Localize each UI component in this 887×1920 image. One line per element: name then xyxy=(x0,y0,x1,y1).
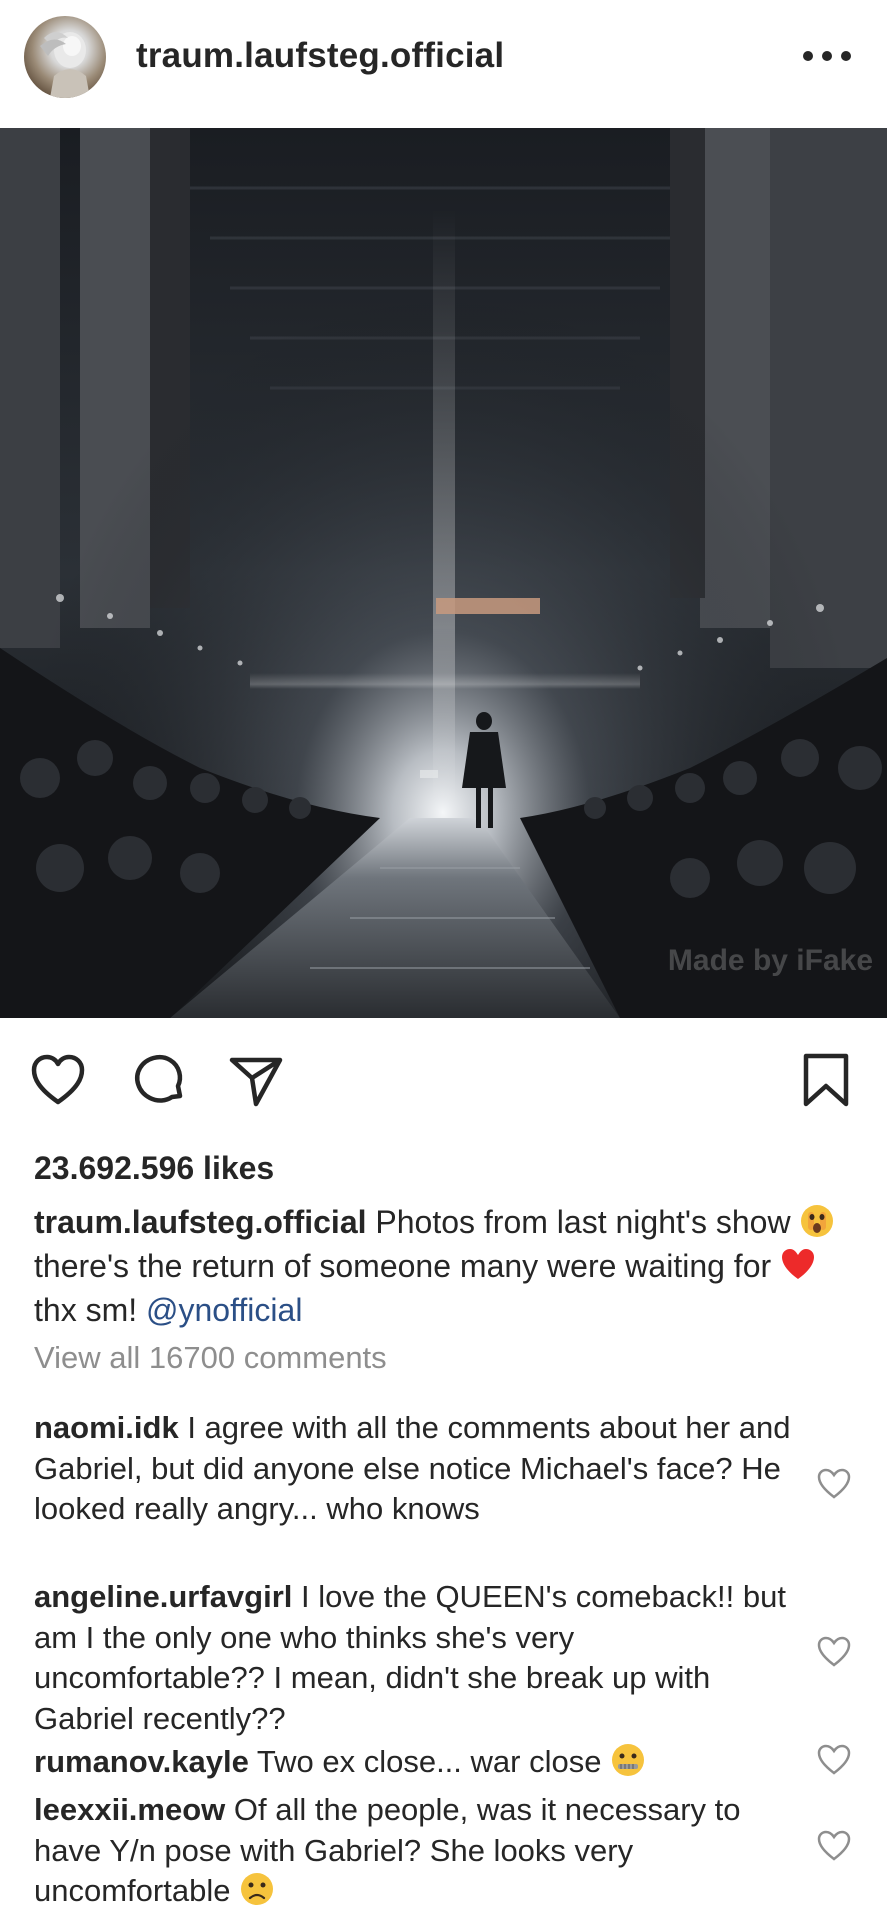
comment-item: angeline.urfavgirl I love the QUEEN's co… xyxy=(34,1577,799,1739)
post-photo[interactable]: Made by iFake xyxy=(0,128,887,1018)
bookmark-icon[interactable] xyxy=(796,1050,856,1110)
view-all-comments-link[interactable]: View all 16700 comments xyxy=(34,1340,387,1376)
caption-mention-link[interactable]: @ynofficial xyxy=(146,1292,302,1328)
more-options-icon[interactable] xyxy=(803,38,851,74)
red-heart-emoji xyxy=(780,1247,816,1283)
profile-avatar[interactable] xyxy=(24,16,106,98)
heart-icon[interactable] xyxy=(28,1050,88,1110)
shocked-face-emoji xyxy=(799,1203,835,1239)
runway-photo xyxy=(0,128,887,1018)
post-header: traum.laufsteg.official xyxy=(0,0,887,128)
comment-username[interactable]: angeline.urfavgirl xyxy=(34,1579,292,1614)
more-dot xyxy=(841,51,851,61)
comment-item: naomi.idk I agree with all the comments … xyxy=(34,1408,799,1530)
caption-text: thx sm! xyxy=(34,1292,138,1328)
comment-username[interactable]: rumanov.kayle xyxy=(34,1744,249,1779)
post-actions xyxy=(0,1040,887,1120)
more-dot xyxy=(803,51,813,61)
comment-text: Two ex close... war close xyxy=(256,1744,602,1779)
comment-like-heart-icon[interactable] xyxy=(816,1634,852,1670)
post-author-username[interactable]: traum.laufsteg.official xyxy=(136,36,504,76)
caption-username[interactable]: traum.laufsteg.official xyxy=(34,1204,367,1240)
statue-avatar-image xyxy=(40,32,90,98)
watermark-text: Made by iFake xyxy=(667,944,873,977)
comment-icon[interactable] xyxy=(128,1050,188,1110)
more-dot xyxy=(822,51,832,61)
likes-count[interactable]: 23.692.596 likes xyxy=(34,1150,274,1187)
share-icon[interactable] xyxy=(226,1050,286,1110)
post-caption: traum.laufsteg.official Photos from last… xyxy=(34,1200,864,1332)
comment-username[interactable]: naomi.idk xyxy=(34,1410,179,1445)
comment-like-heart-icon[interactable] xyxy=(816,1828,852,1864)
comment-item: leexxii.meow Of all the people, was it n… xyxy=(34,1790,799,1912)
comment-like-heart-icon[interactable] xyxy=(816,1466,852,1502)
comment-item: rumanov.kayle Two ex close... war close xyxy=(34,1742,799,1783)
comment-username[interactable]: leexxii.meow xyxy=(34,1792,225,1827)
frowning-face-emoji xyxy=(239,1871,275,1907)
zipper-mouth-emoji xyxy=(610,1742,646,1778)
caption-text: there's the return of someone many were … xyxy=(34,1248,772,1284)
caption-text: Photos from last night's show xyxy=(375,1204,791,1240)
comment-like-heart-icon[interactable] xyxy=(816,1742,852,1778)
